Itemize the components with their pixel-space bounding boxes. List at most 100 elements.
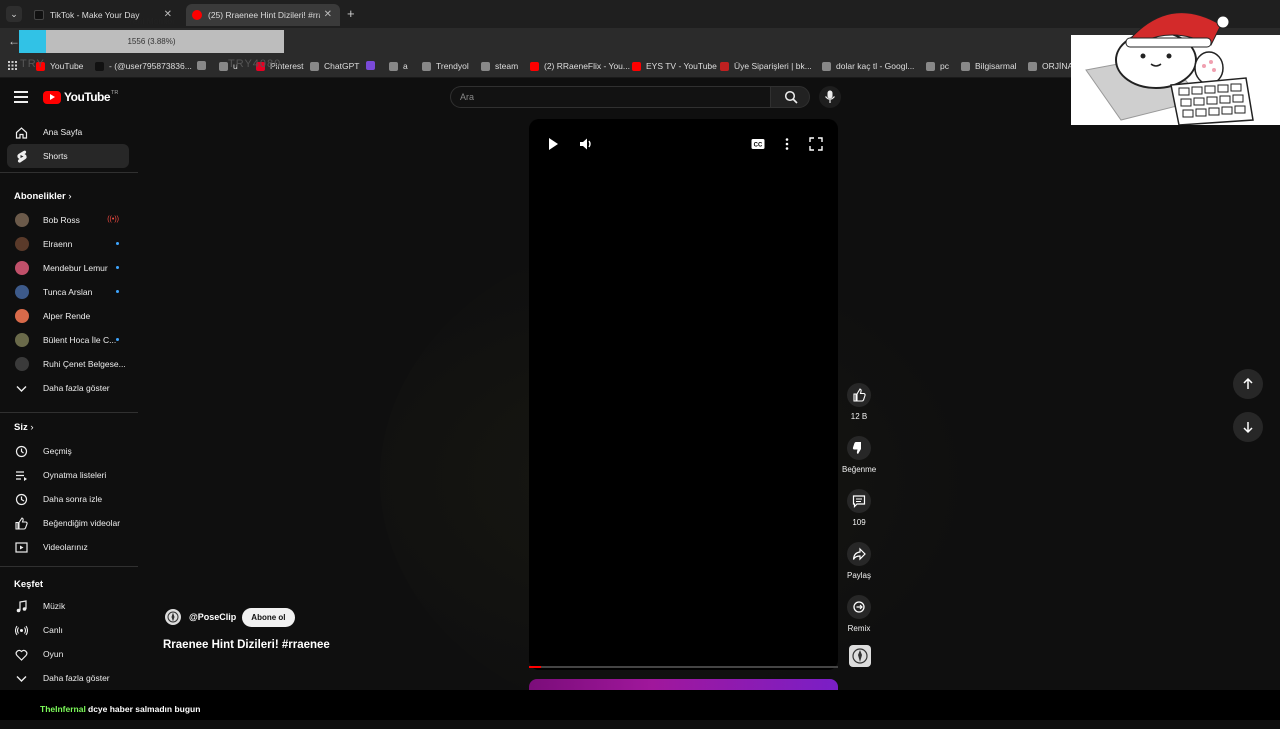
avatar — [15, 261, 29, 275]
sidebar-item-label: Elraenn — [43, 239, 73, 249]
sidebar-item-live[interactable]: Canlı — [7, 618, 129, 642]
remix-action[interactable]: Remix — [842, 595, 876, 633]
sidebar-item-home[interactable]: Ana Sayfa — [7, 120, 129, 144]
bookmark-item[interactable] — [366, 61, 380, 70]
subscription-item[interactable]: Bülent Hoca İle C... — [7, 328, 129, 352]
home-icon — [15, 127, 28, 139]
section-header-subscriptions[interactable]: Abonelikler › — [14, 191, 72, 202]
dislike-button[interactable] — [847, 436, 871, 460]
video-progress-bar[interactable] — [529, 666, 838, 668]
bookmark-favicon-icon — [1028, 61, 1037, 71]
bookmark-label: - (@user795873836... — [109, 61, 192, 71]
subscription-item[interactable]: Bob Ross ((•)) — [7, 208, 129, 232]
captions-icon[interactable]: CC — [750, 136, 766, 152]
channel-name[interactable]: @PoseClip — [189, 612, 236, 622]
sidebar-item-playlist[interactable]: Oynatma listeleri — [7, 463, 129, 487]
share-action[interactable]: Paylaş — [842, 542, 876, 580]
shorts-player[interactable]: CC — [529, 119, 838, 670]
bookmark-item[interactable]: ChatGPT — [310, 61, 359, 71]
new-tab-button[interactable]: + — [347, 6, 355, 21]
remix-icon — [853, 601, 865, 613]
section-header-you[interactable]: Siz › — [14, 422, 34, 433]
sidebar: Ana Sayfa Shorts Abonelikler › Bob Ross ((•)… — [0, 109, 138, 689]
like-icon — [15, 517, 28, 530]
remix-button[interactable] — [847, 595, 871, 619]
sound-source-thumbnail[interactable] — [849, 645, 871, 667]
channel-avatar[interactable] — [163, 607, 183, 627]
sidebar-item-like[interactable]: Beğendiğim videolar — [7, 511, 129, 535]
voice-search-button[interactable] — [819, 86, 841, 108]
bookmark-label: Üye Siparişleri | bk... — [734, 61, 812, 71]
apps-grid-icon[interactable] — [8, 61, 17, 70]
stream-overlay-art — [1071, 0, 1280, 125]
music-icon — [16, 600, 27, 613]
bookmark-item[interactable]: steam — [481, 61, 518, 71]
bookmark-item[interactable]: Bilgisarmal — [961, 61, 1017, 71]
search-button[interactable] — [770, 86, 810, 108]
subscription-item[interactable]: Ruhi Çenet Belgese... — [7, 352, 129, 376]
sidebar-item-label: Bob Ross — [43, 215, 80, 225]
chat-message: dcye haber salmadın bugun — [88, 704, 201, 714]
subscribe-button[interactable]: Abone ol — [242, 607, 295, 627]
video-progress-fill — [529, 666, 542, 668]
close-tab-icon[interactable]: ✕ — [324, 9, 332, 20]
short-title[interactable]: Rraenee Hint Dizileri! #rraenee — [163, 639, 330, 651]
bookmark-label: ChatGPT — [324, 61, 360, 71]
bookmark-label: Bilgisarmal — [975, 61, 1017, 71]
bookmark-item[interactable]: a — [389, 61, 408, 71]
search-input[interactable]: Ara — [450, 86, 771, 108]
sidebar-item-label: Bülent Hoca İle C... — [43, 335, 117, 345]
bookmark-item[interactable]: Üye Siparişleri | bk... — [720, 61, 812, 71]
bookmark-item[interactable]: Trendyol — [422, 61, 469, 71]
sidebar-item-gaming[interactable]: Oyun — [7, 642, 129, 666]
fullscreen-icon[interactable] — [808, 136, 824, 152]
subscription-item[interactable]: Elraenn — [7, 232, 129, 256]
sidebar-item-label: Daha fazla göster — [43, 383, 110, 393]
share-button[interactable] — [847, 542, 871, 566]
more-options-icon[interactable] — [779, 136, 795, 152]
volume-icon[interactable] — [578, 136, 594, 152]
bookmark-item[interactable] — [197, 61, 211, 70]
menu-icon[interactable] — [14, 91, 28, 103]
comments-action[interactable]: 109 — [842, 489, 876, 527]
comments-button[interactable] — [847, 489, 871, 513]
chevron-right-icon: › — [27, 422, 34, 433]
bookmark-item[interactable]: EYS TV - YouTube — [632, 61, 717, 71]
sidebar-item-music[interactable]: Müzik — [7, 594, 129, 618]
show-more-subscriptions[interactable]: Daha fazla göster — [7, 376, 129, 400]
play-icon[interactable] — [545, 136, 561, 152]
youtube-wordmark: YouTube — [64, 90, 111, 104]
chevron-down-icon — [16, 676, 27, 682]
next-short-button[interactable] — [1233, 412, 1263, 442]
search-icon — [784, 90, 798, 104]
subscription-item[interactable]: Mendebur Lemur — [7, 256, 129, 280]
sidebar-item-history[interactable]: Geçmiş — [7, 439, 129, 463]
sidebar-item-video[interactable]: Videolarınız — [7, 535, 129, 559]
browser-tab-youtube[interactable]: (25) Rraenee Hint Dizileri! #rrae ✕ — [186, 4, 340, 26]
ghost-text-right: TRY4080 — [228, 58, 282, 70]
tab-search-button[interactable]: ⌄ — [6, 6, 22, 22]
youtube-logo[interactable]: YouTube TR — [43, 90, 118, 104]
subscription-item[interactable]: Alper Rende — [7, 304, 129, 328]
sidebar-item-shorts[interactable]: Shorts — [7, 144, 129, 168]
clock-icon — [15, 493, 28, 506]
sidebar-divider — [0, 172, 138, 173]
section-header-explore[interactable]: Keşfet — [14, 579, 43, 590]
sidebar-item-chevron-down[interactable]: Daha fazla göster — [7, 666, 129, 690]
previous-short-button[interactable] — [1233, 369, 1263, 399]
sidebar-item-clock[interactable]: Daha sonra izle — [7, 487, 129, 511]
chevron-right-icon: › — [65, 191, 72, 202]
like-button[interactable] — [847, 383, 871, 407]
live-icon — [15, 625, 28, 636]
svg-text:CC: CC — [754, 143, 763, 149]
dislike-action[interactable]: Beğenme — [842, 436, 876, 474]
bookmark-item[interactable]: dolar kaç tl - Googl... — [822, 61, 914, 71]
next-short-preview[interactable] — [529, 679, 838, 690]
bookmark-item[interactable]: pc — [926, 61, 949, 71]
bookmark-label: dolar kaç tl - Googl... — [836, 61, 915, 71]
sidebar-item-label: Tunca Arslan — [43, 287, 93, 297]
like-action[interactable]: 12 B — [842, 383, 876, 421]
subscription-item[interactable]: Tunca Arslan — [7, 280, 129, 304]
bookmark-item[interactable]: - (@user795873836... — [95, 61, 192, 71]
bookmark-item[interactable]: (2) RRaeneFlix - You... — [530, 61, 630, 71]
